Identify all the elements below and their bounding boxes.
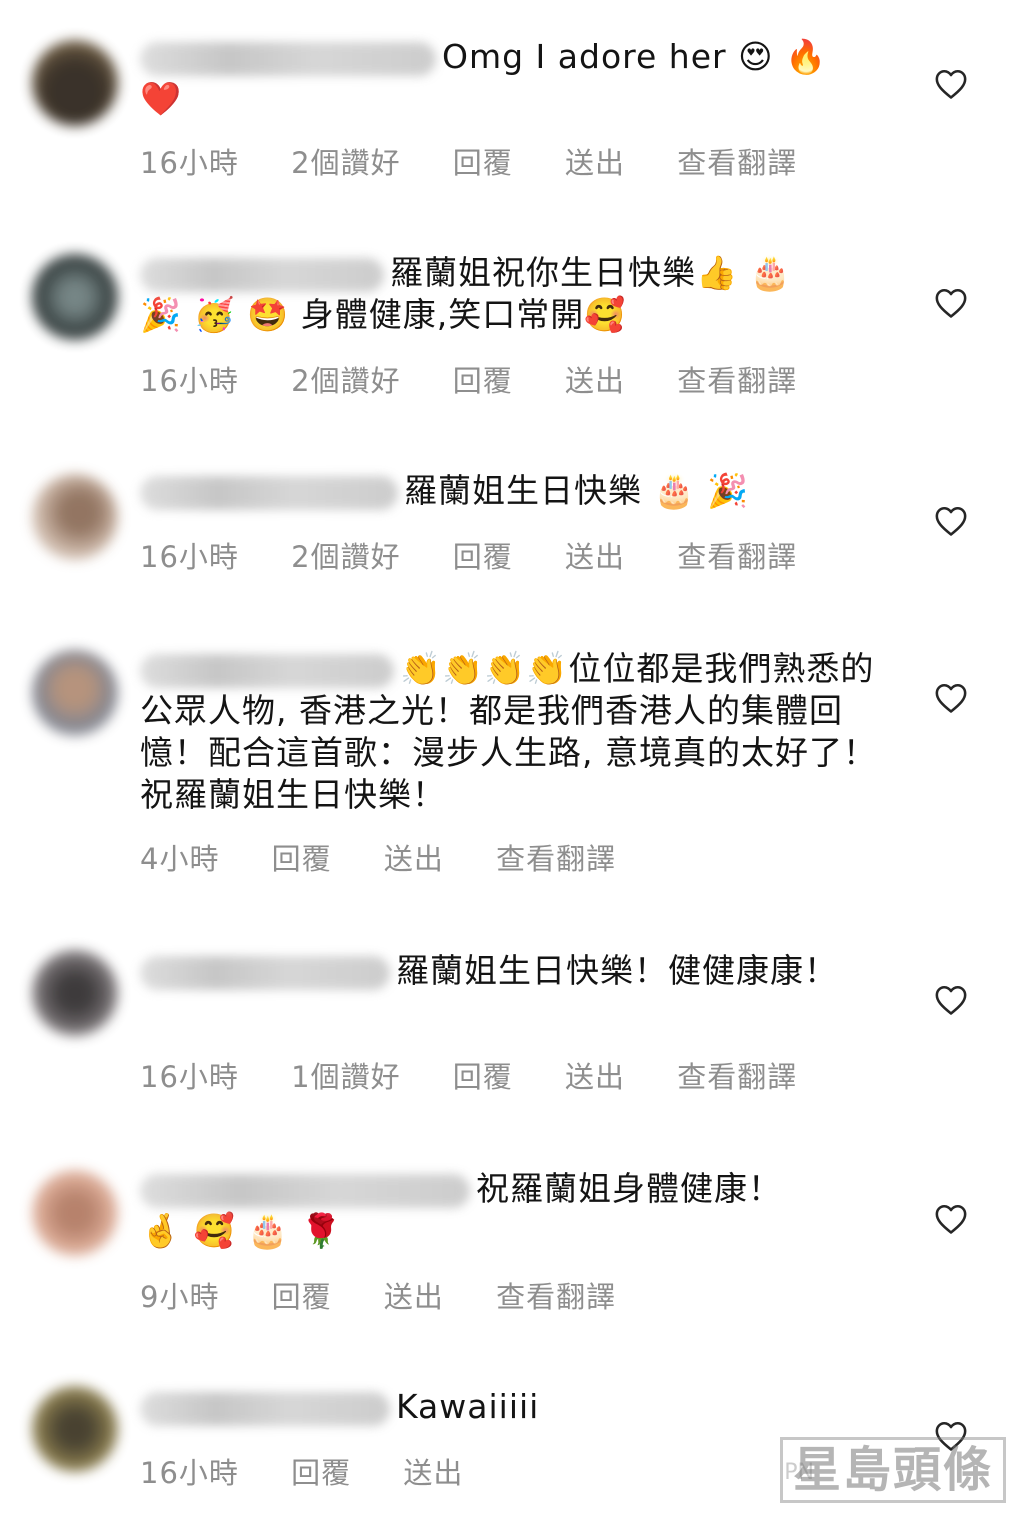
send-button[interactable]: 送出	[403, 1450, 463, 1492]
comment-meta: 16小時 1個讚好 回覆 送出 查看翻譯	[140, 1054, 839, 1096]
comment-text: Omg I adore her 😍 🔥 ❤️	[140, 36, 880, 120]
likes-count[interactable]: 1個讚好	[291, 1054, 400, 1096]
emoji: 🎉 🥳 🤩	[140, 295, 290, 334]
comment-body: 身體健康,笑口常開	[300, 295, 585, 334]
likes-count[interactable]: 2個讚好	[291, 534, 400, 576]
comment-meta: 4小時 回覆 送出 查看翻譯	[140, 836, 658, 878]
reply-button[interactable]: 回覆	[272, 836, 332, 878]
send-button[interactable]: 送出	[565, 140, 625, 182]
see-translation-button[interactable]: 查看翻譯	[677, 140, 797, 182]
comment-text: 羅蘭姐祝你生日快樂👍 🎂 🎉 🥳 🤩 身體健康,笑口常開🥰	[140, 252, 880, 336]
comment-text: 羅蘭姐生日快樂！健健康康！	[140, 950, 880, 992]
comment-meta: 9小時 回覆 送出 查看翻譯	[140, 1274, 658, 1316]
timestamp: 16小時	[140, 540, 239, 574]
send-button[interactable]: 送出	[565, 534, 625, 576]
likes-count[interactable]: 2個讚好	[291, 140, 400, 182]
avatar[interactable]	[32, 40, 118, 126]
emoji: 🥰	[584, 295, 627, 334]
comment-meta: 16小時 2個讚好 回覆 送出 查看翻譯	[140, 358, 839, 400]
timestamp: 9小時	[140, 1280, 220, 1314]
username[interactable]	[140, 257, 384, 292]
comment-text: 羅蘭姐生日快樂 🎂 🎉	[140, 470, 880, 512]
heart-outline-icon[interactable]	[934, 287, 968, 319]
heart-outline-icon[interactable]	[934, 984, 968, 1016]
username[interactable]	[140, 1173, 470, 1208]
avatar[interactable]	[32, 950, 118, 1036]
username[interactable]	[140, 955, 390, 990]
comment-body: Kawaiiiii	[396, 1387, 540, 1426]
see-translation-button[interactable]: 查看翻譯	[496, 1274, 616, 1316]
send-button[interactable]: 送出	[384, 1274, 444, 1316]
heart-outline-icon[interactable]	[934, 68, 968, 100]
comment-text: 👏👏👏👏位位都是我們熟悉的公眾人物, 香港之光！都是我們香港人的集體回憶！配合這…	[140, 648, 880, 816]
avatar[interactable]	[32, 1170, 118, 1256]
likes-count[interactable]: 2個讚好	[291, 358, 400, 400]
avatar[interactable]	[32, 474, 118, 560]
timestamp: 16小時	[140, 146, 239, 180]
emoji: 👍 🎂	[696, 253, 792, 292]
emoji: 🤞 🥰 🎂 🌹	[140, 1211, 343, 1250]
see-translation-button[interactable]: 查看翻譯	[677, 358, 797, 400]
reply-button[interactable]: 回覆	[453, 1054, 513, 1096]
comment-body: 羅蘭姐祝你生日快樂	[390, 253, 696, 292]
heart-outline-icon[interactable]	[934, 682, 968, 714]
comment-body: 祝羅蘭姐身體健康！	[476, 1169, 782, 1208]
reply-button[interactable]: 回覆	[291, 1450, 351, 1492]
timestamp: 16小時	[140, 364, 239, 398]
reply-button[interactable]: 回覆	[453, 140, 513, 182]
comment-body: Omg I adore her	[442, 37, 727, 76]
reply-button[interactable]: 回覆	[453, 534, 513, 576]
heart-outline-icon[interactable]	[934, 505, 968, 537]
reply-button[interactable]: 回覆	[453, 358, 513, 400]
username[interactable]	[140, 1391, 390, 1426]
avatar[interactable]	[32, 1386, 118, 1472]
username[interactable]	[140, 41, 436, 76]
reply-button[interactable]: 回覆	[272, 1274, 332, 1316]
username[interactable]	[140, 653, 394, 688]
see-translation-button[interactable]: 查看翻譯	[496, 836, 616, 878]
comment-body: 羅蘭姐生日快樂	[404, 471, 642, 510]
timestamp: 16小時	[140, 1456, 239, 1490]
heart-outline-icon[interactable]	[934, 1203, 968, 1235]
comment-meta: 16小時 回覆 送出	[140, 1450, 505, 1492]
see-translation-button[interactable]: 查看翻譯	[677, 1054, 797, 1096]
emoji: 🎂 🎉	[653, 471, 750, 510]
comment-text: 祝羅蘭姐身體健康！ 🤞 🥰 🎂 🌹	[140, 1168, 880, 1252]
timestamp: 16小時	[140, 1060, 239, 1094]
avatar[interactable]	[32, 650, 118, 736]
username[interactable]	[140, 475, 398, 510]
comment-meta: 16小時 2個讚好 回覆 送出 查看翻譯	[140, 534, 839, 576]
send-button[interactable]: 送出	[384, 836, 444, 878]
watermark-logo: 星島頭條	[779, 1437, 1006, 1503]
comment-meta: 16小時 2個讚好 回覆 送出 查看翻譯	[140, 140, 839, 182]
send-button[interactable]: 送出	[565, 1054, 625, 1096]
see-translation-button[interactable]: 查看翻譯	[677, 534, 797, 576]
comment-body: 羅蘭姐生日快樂！健健康康！	[396, 951, 838, 990]
send-button[interactable]: 送出	[565, 358, 625, 400]
emoji: 👏👏👏👏	[400, 649, 569, 688]
comment-text: Kawaiiiii	[140, 1386, 880, 1428]
avatar[interactable]	[32, 254, 118, 340]
timestamp: 4小時	[140, 842, 220, 876]
